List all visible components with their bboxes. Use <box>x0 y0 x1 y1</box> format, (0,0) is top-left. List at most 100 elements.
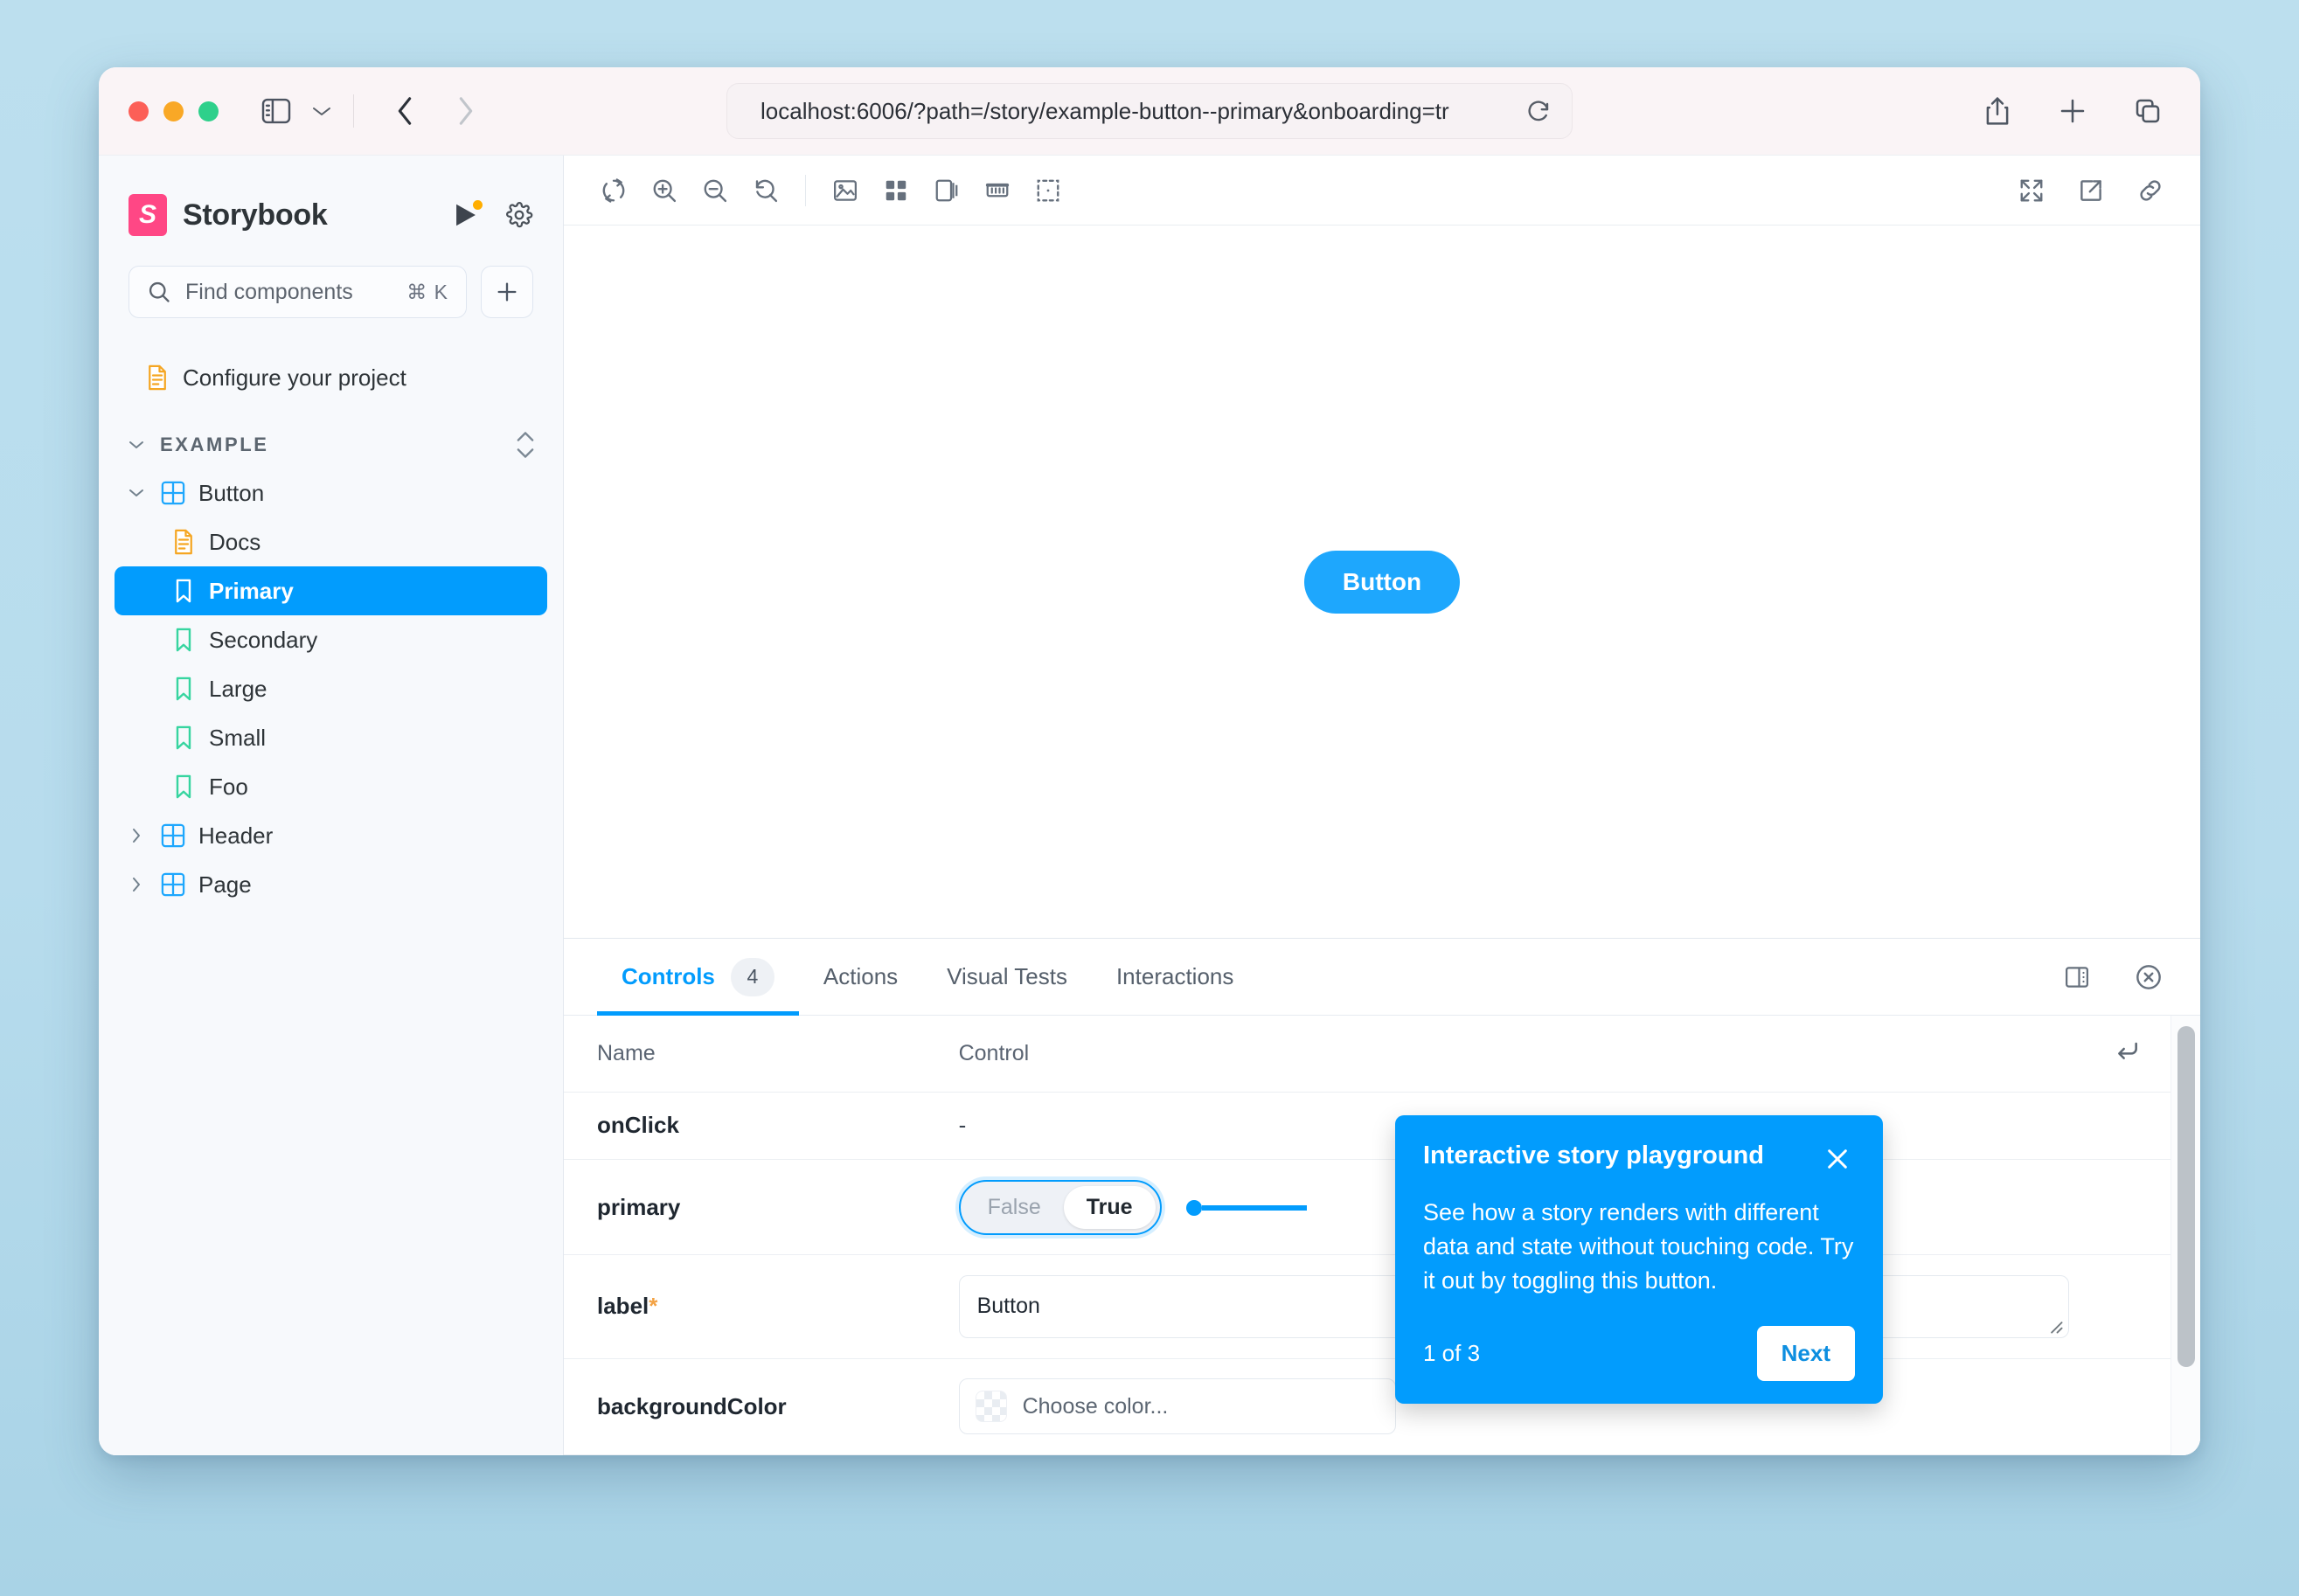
tab-actions[interactable]: Actions <box>799 939 922 1015</box>
close-tour-icon[interactable] <box>1820 1141 1855 1176</box>
url-text: localhost:6006/?path=/story/example-butt… <box>761 97 1449 124</box>
fullscreen-icon[interactable] <box>2006 165 2057 216</box>
table-row: backgroundColor Choose color... <box>564 1358 2171 1455</box>
zoom-window-button[interactable] <box>198 101 219 121</box>
sidebar-item-label: Small <box>209 724 267 751</box>
tab-label: Controls <box>622 963 715 989</box>
back-button[interactable] <box>382 88 427 134</box>
sidebar-item-label: Configure your project <box>183 364 406 391</box>
outline-icon[interactable] <box>1023 165 1073 216</box>
address-bar[interactable]: localhost:6006/?path=/story/example-butt… <box>726 83 1573 139</box>
add-component-button[interactable] <box>481 266 533 318</box>
backgroundcolor-picker[interactable]: Choose color... <box>958 1378 1396 1435</box>
new-tab-icon[interactable] <box>2050 88 2095 134</box>
table-row: primary False True <box>564 1159 2171 1256</box>
measure-icon[interactable] <box>972 165 1023 216</box>
color-placeholder: Choose color... <box>1022 1393 1169 1419</box>
story-preview: Button <box>564 226 2200 938</box>
open-new-tab-icon[interactable] <box>2066 165 2116 216</box>
tab-controls[interactable]: Controls 4 <box>597 939 799 1016</box>
tab-interactions[interactable]: Interactions <box>1092 939 1258 1015</box>
settings-gear-icon[interactable] <box>505 201 533 229</box>
sidebar-item-primary[interactable]: Primary <box>115 566 547 615</box>
primary-boolean-toggle[interactable]: False True <box>958 1179 1162 1235</box>
app-body: S Storybook Find components ⌘ K Configur… <box>99 155 2200 1455</box>
color-swatch-icon[interactable] <box>975 1391 1007 1423</box>
panel-position-icon[interactable] <box>2052 952 2102 1003</box>
sidebar-group-label: EXAMPLE <box>160 434 269 455</box>
panel-scrollbar-thumb[interactable] <box>2177 1026 2195 1367</box>
story-button[interactable]: Button <box>1303 550 1461 614</box>
tour-connector <box>1186 1199 1308 1216</box>
toggle-option-false[interactable]: False <box>965 1186 1064 1229</box>
shortcuts-icon[interactable] <box>451 198 484 230</box>
tab-label: Interactions <box>1115 963 1234 989</box>
tab-overview-icon[interactable] <box>2125 88 2171 134</box>
search-icon <box>149 281 170 302</box>
sidebar-item-small[interactable]: Small <box>115 713 547 762</box>
reload-icon[interactable] <box>1521 94 1556 128</box>
forward-button[interactable] <box>443 88 489 134</box>
tab-visual-tests[interactable]: Visual Tests <box>922 939 1092 1015</box>
sidebar-item-label: Primary <box>209 577 294 604</box>
search-input[interactable]: Find components ⌘ K <box>128 266 467 318</box>
component-icon <box>160 481 186 505</box>
copy-link-icon[interactable] <box>2125 165 2176 216</box>
sidebar-item-label: Large <box>209 675 267 702</box>
sidebar-item-label: Docs <box>209 528 261 555</box>
share-icon[interactable] <box>1975 88 2020 134</box>
story-icon <box>170 628 197 652</box>
browser-titlebar: localhost:6006/?path=/story/example-butt… <box>99 67 2200 155</box>
browser-nav-icons <box>254 88 489 134</box>
tour-header: Interactive story playground <box>1423 1141 1855 1176</box>
control-empty-dash: - <box>958 1112 967 1139</box>
toggle-option-true[interactable]: True <box>1063 1185 1156 1229</box>
sidebar-item-header[interactable]: Header <box>115 811 547 860</box>
document-icon <box>144 364 170 391</box>
control-name-backgroundcolor: backgroundColor <box>564 1358 933 1455</box>
sidebar-item-label: Header <box>198 822 274 849</box>
zoom-out-icon[interactable] <box>690 165 740 216</box>
sidebar-item-button[interactable]: Button <box>115 468 547 517</box>
tour-next-button[interactable]: Next <box>1756 1326 1855 1382</box>
grid-icon[interactable] <box>871 165 921 216</box>
zoom-reset-icon[interactable] <box>740 165 791 216</box>
row-reset-cell <box>2068 1159 2171 1256</box>
addon-panel-tabs: Controls 4 Actions Visual Tests Interact… <box>564 939 2200 1016</box>
sidebar-item-configure-your-project[interactable]: Configure your project <box>115 353 547 402</box>
viewport-icon[interactable] <box>921 165 972 216</box>
reset-controls-button[interactable] <box>2068 1016 2171 1093</box>
row-reset-cell <box>2068 1254 2171 1359</box>
sidebar-group-example[interactable]: EXAMPLE <box>115 421 547 468</box>
close-window-button[interactable] <box>128 101 149 121</box>
sidebar-search-row: Find components ⌘ K <box>99 236 563 318</box>
sidebar-item-label: Page <box>198 871 252 898</box>
chevron-down-icon <box>125 440 148 450</box>
sidebar-item-secondary[interactable]: Secondary <box>115 615 547 664</box>
sidebar-item-large[interactable]: Large <box>115 664 547 713</box>
panel-scrollbar[interactable] <box>2171 1016 2200 1455</box>
canvas-toolbar-right <box>2006 165 2176 216</box>
toolbar-divider <box>353 94 354 128</box>
sidebar-item-label: Foo <box>209 773 248 800</box>
sidebar-item-docs[interactable]: Docs <box>115 517 547 566</box>
close-panel-icon[interactable] <box>2123 952 2174 1003</box>
sidebar-toggle-icon[interactable] <box>254 88 299 134</box>
browser-right-icons <box>1975 88 2171 134</box>
table-row: onClick - <box>564 1092 2171 1160</box>
storybook-logo[interactable]: S Storybook <box>128 194 328 236</box>
sidebar-item-foo[interactable]: Foo <box>115 762 547 811</box>
search-placeholder: Find components <box>185 279 353 304</box>
brand-title: Storybook <box>183 198 328 232</box>
minimize-window-button[interactable] <box>163 101 184 121</box>
onboarding-tooltip: Interactive story playground See how a s… <box>1395 1115 1883 1405</box>
backgrounds-icon[interactable] <box>820 165 871 216</box>
remount-icon[interactable] <box>588 165 639 216</box>
chevron-down-icon <box>125 488 148 498</box>
sidebar-item-page[interactable]: Page <box>115 860 547 909</box>
sort-stories-icon[interactable] <box>514 428 537 461</box>
resize-handle-icon[interactable] <box>2045 1316 2063 1334</box>
zoom-in-icon[interactable] <box>639 165 690 216</box>
chevron-down-icon[interactable] <box>299 88 344 134</box>
controls-table: Name Control onClick - primary False Tru… <box>564 1016 2171 1455</box>
